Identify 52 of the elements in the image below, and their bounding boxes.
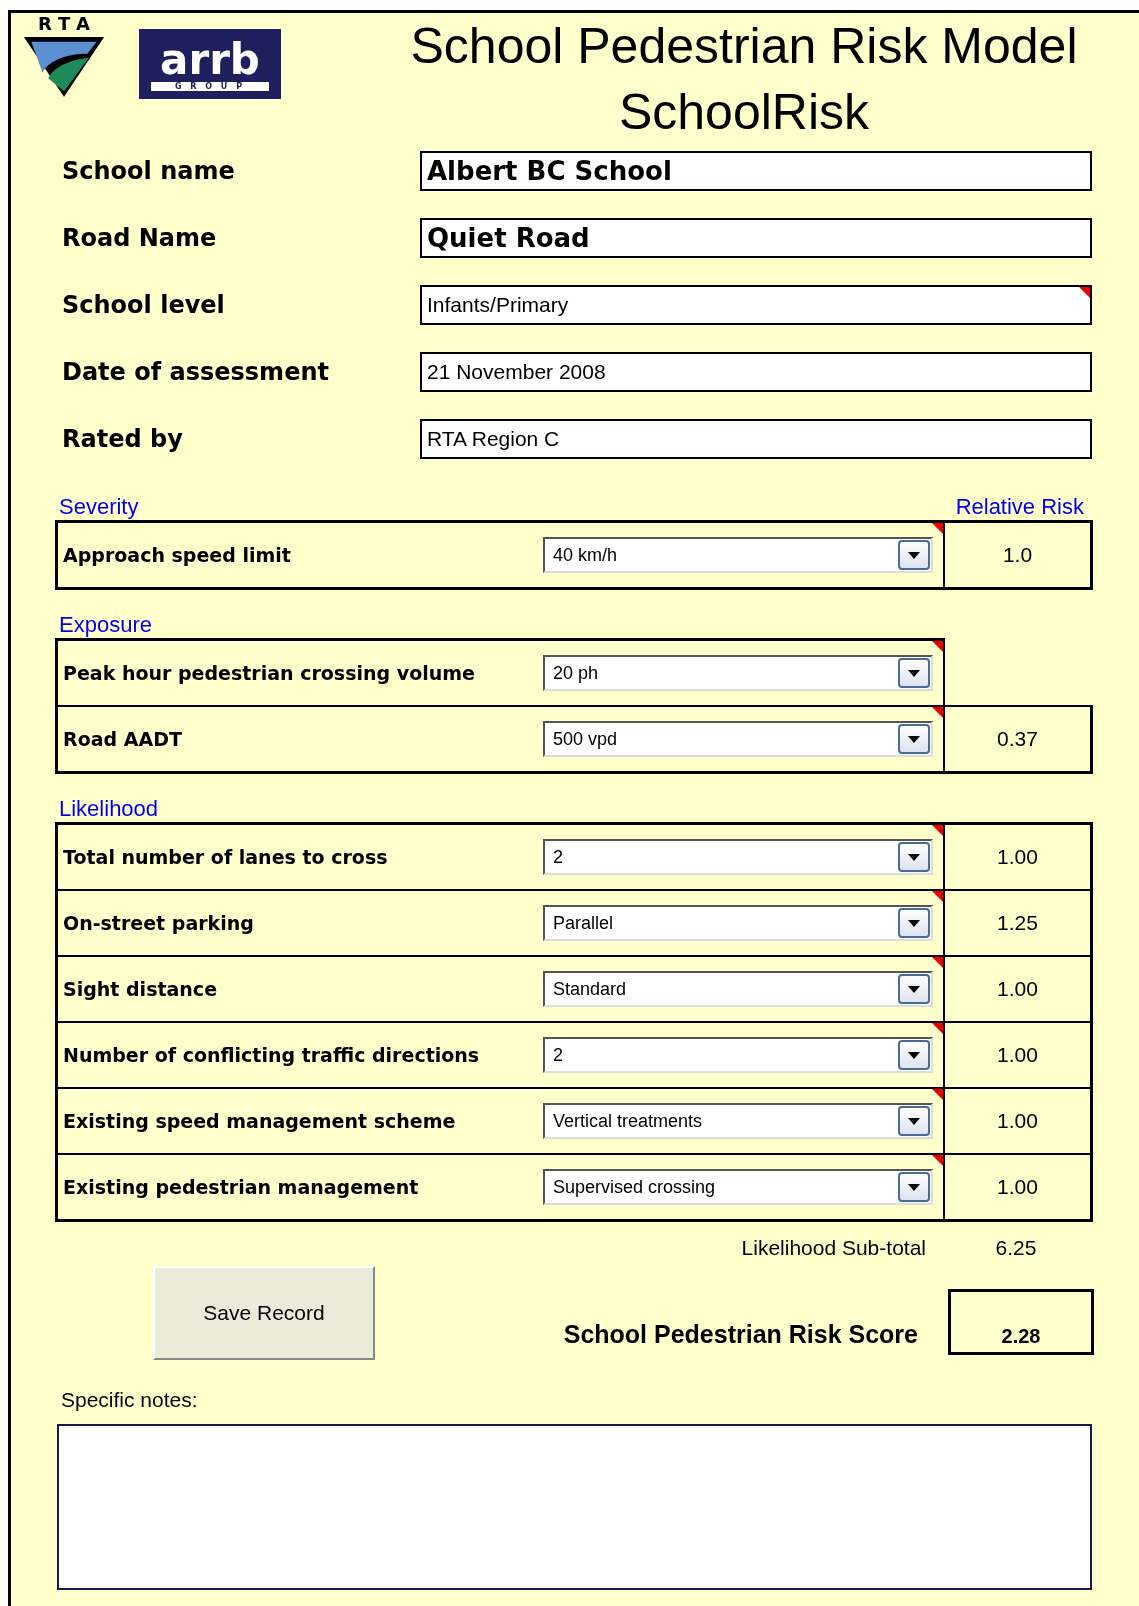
- risk-value: 0.37: [944, 706, 1092, 773]
- comment-marker-icon: [1079, 286, 1090, 298]
- risk-value: 1.00: [944, 1154, 1092, 1221]
- row-label: Existing speed management scheme: [56, 1088, 533, 1154]
- score-value: 2.28: [948, 1289, 1094, 1355]
- row-label: Sight distance: [56, 956, 533, 1022]
- input-field[interactable]: Infants/Primary: [420, 284, 1092, 325]
- field-label: Road Name: [62, 223, 218, 252]
- dropdown[interactable]: 500 vpd: [543, 721, 933, 757]
- risk-value: 1.00: [944, 956, 1092, 1022]
- dropdown[interactable]: Supervised crossing: [543, 1169, 933, 1205]
- dropdown[interactable]: 40 km/h: [543, 537, 933, 573]
- arrb-logo: arrb G R O U P: [139, 29, 281, 99]
- risk-value: 1.00: [944, 823, 1092, 890]
- dropdown[interactable]: 2: [543, 1037, 933, 1073]
- notes-label: Specific notes:: [61, 1388, 199, 1412]
- input-field[interactable]: RTA Region C: [420, 418, 1092, 459]
- dropdown[interactable]: Vertical treatments: [543, 1103, 933, 1139]
- subtotal-value: 6.25: [994, 1236, 1038, 1260]
- column-heading: Relative Risk: [955, 494, 1084, 520]
- dropdown[interactable]: Parallel: [543, 905, 933, 941]
- risk-value: 1.00: [944, 1022, 1092, 1088]
- risk-value: 1.00: [944, 1088, 1092, 1154]
- risk-value: 1.0: [944, 521, 1092, 589]
- field-label: School level: [62, 290, 226, 319]
- section-heading: Likelihood: [59, 796, 159, 822]
- input-field[interactable]: Albert BC School: [420, 150, 1092, 191]
- row-label: Existing pedestrian management: [56, 1154, 533, 1221]
- input-field[interactable]: Quiet Road: [420, 217, 1092, 258]
- row-label: Road AADT: [56, 706, 533, 773]
- row-label: Approach speed limit: [56, 521, 533, 589]
- save-button[interactable]: Save Record: [153, 1266, 375, 1360]
- section-heading: Exposure: [59, 612, 152, 638]
- row-label: Number of conflicting traffic directions: [56, 1022, 533, 1088]
- dropdown[interactable]: 20 ph: [543, 655, 933, 691]
- logo-text: RTA: [38, 15, 97, 33]
- subtotal-label: Likelihood Sub-total: [741, 1236, 926, 1260]
- score-label: School Pedestrian Risk Score: [563, 1320, 918, 1349]
- notes-field[interactable]: [57, 1424, 1092, 1590]
- field-label: School name: [62, 156, 236, 185]
- field-label: Rated by: [62, 424, 184, 453]
- row-label: Peak hour pedestrian crossing volume: [56, 639, 533, 706]
- dropdown[interactable]: 2: [543, 839, 933, 875]
- section-heading: Severity: [59, 494, 139, 520]
- row-label: Total number of lanes to cross: [56, 823, 533, 890]
- page-title: SchoolRisk: [618, 83, 870, 142]
- risk-value: 1.25: [944, 890, 1092, 956]
- page-title: School Pedestrian Risk Model: [410, 17, 1078, 76]
- row-label: On-street parking: [56, 890, 533, 956]
- input-field[interactable]: 21 November 2008: [420, 351, 1092, 392]
- field-label: Date of assessment: [62, 357, 330, 386]
- dropdown[interactable]: Standard: [543, 971, 933, 1007]
